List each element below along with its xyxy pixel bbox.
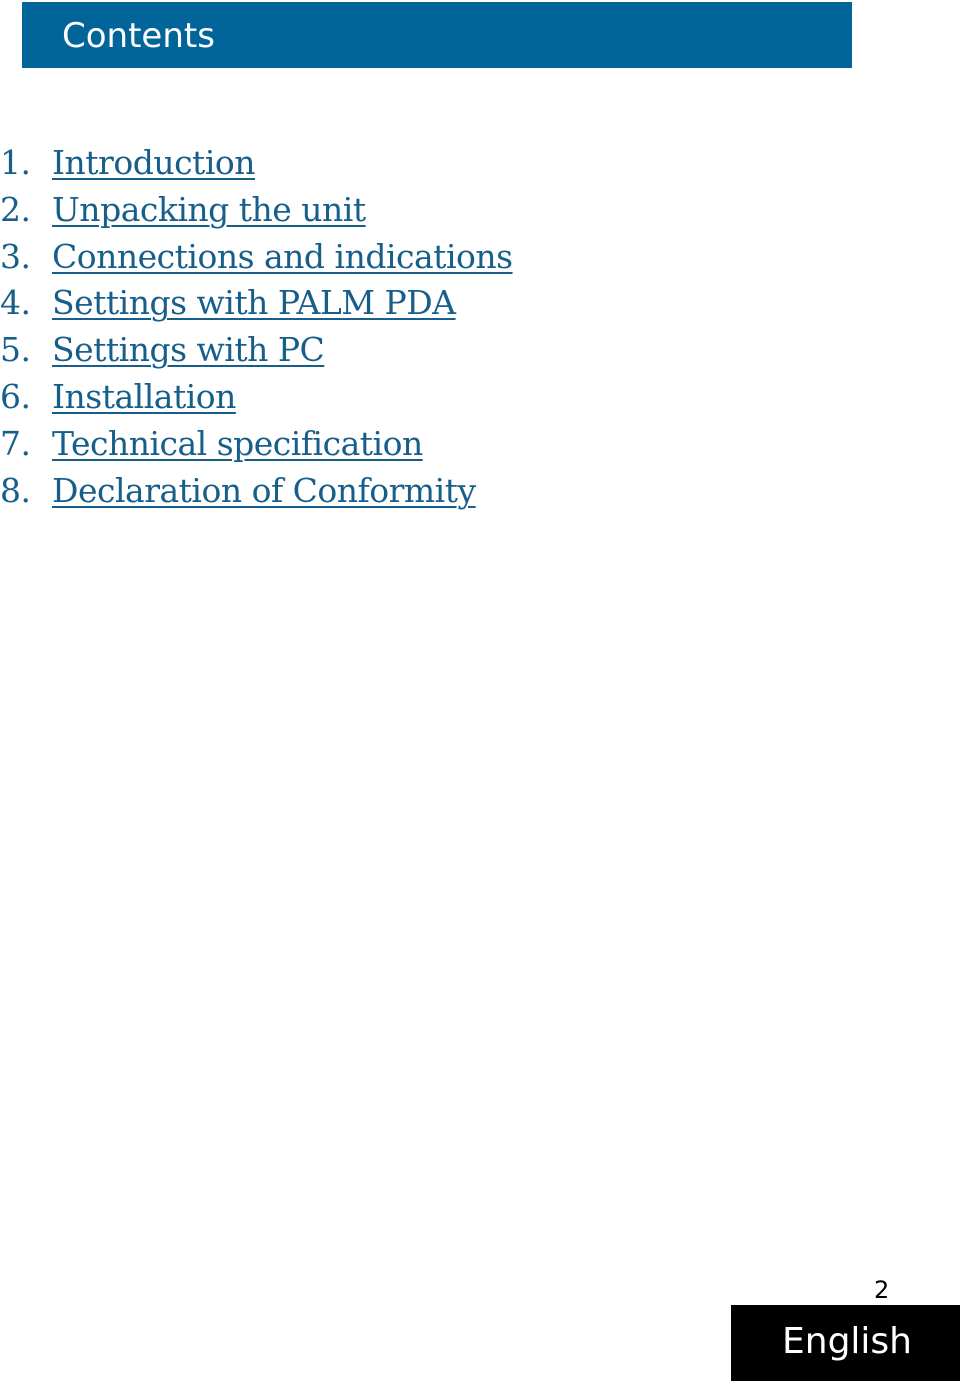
toc-item-number: 4. <box>0 283 31 323</box>
toc-item-number: 8. <box>0 470 31 510</box>
toc-item-number: 1. <box>0 143 31 182</box>
toc-item-number: 3. <box>0 236 31 276</box>
language-label: English <box>782 1321 912 1362</box>
toc-link-unpacking[interactable]: Unpacking the unit <box>52 190 366 229</box>
toc-item: 5. Settings with PC <box>0 327 513 374</box>
toc-item-number: 6. <box>0 376 31 416</box>
toc-link-declaration[interactable]: Declaration of Conformity <box>52 471 476 510</box>
language-tab: English <box>731 1305 960 1381</box>
toc-item: 4. Settings with PALM PDA <box>0 280 513 327</box>
toc-item-number: 2. <box>0 189 31 229</box>
page-number: 2 <box>874 1276 890 1304</box>
toc-link-technical-spec[interactable]: Technical specification <box>52 424 423 463</box>
section-header-bar: Contents <box>22 2 852 68</box>
toc-link-introduction[interactable]: Introduction <box>52 143 256 182</box>
toc-item-number: 5. <box>0 330 31 370</box>
toc-item: 2. Unpacking the unit <box>0 187 513 234</box>
toc-item: 8. Declaration of Conformity <box>0 468 513 515</box>
toc-item: 1. Introduction <box>0 140 513 187</box>
toc-item-number: 7. <box>0 423 31 463</box>
table-of-contents: 1. Introduction 2. Unpacking the unit 3. Co… <box>0 140 513 514</box>
toc-link-connections[interactable]: Connections and indications <box>52 237 513 276</box>
section-title: Contents <box>62 16 215 56</box>
toc-item: 3. Connections and indications <box>0 234 513 281</box>
toc-item: 7. Technical specification <box>0 421 513 468</box>
toc-link-installation[interactable]: Installation <box>52 377 236 416</box>
toc-link-settings-palm[interactable]: Settings with PALM PDA <box>52 283 456 322</box>
toc-link-settings-pc[interactable]: Settings with PC <box>52 330 325 369</box>
toc-item: 6. Installation <box>0 374 513 421</box>
